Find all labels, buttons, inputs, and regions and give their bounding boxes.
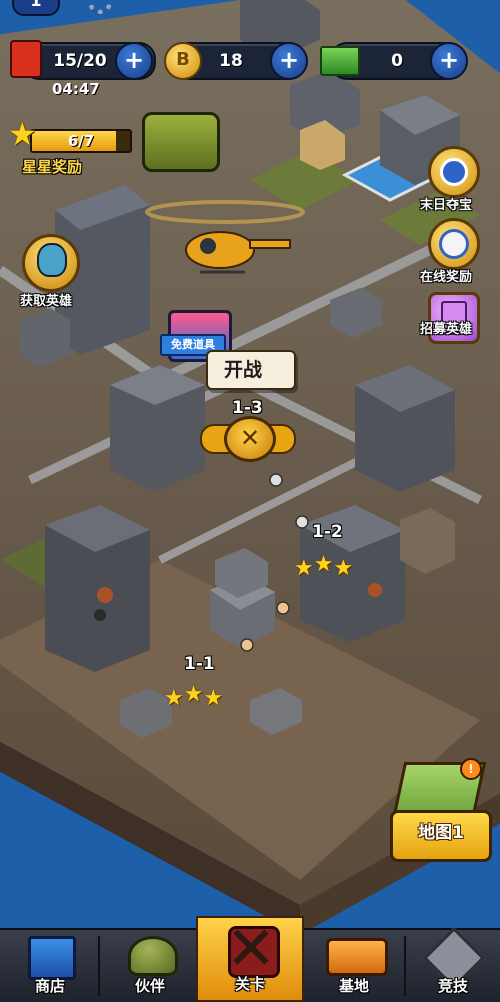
nav-base[interactable]: 基地 (304, 930, 404, 1002)
star-progress-text: 6/7 (67, 132, 95, 150)
recruit-heroes-label: 招募英雄 (420, 322, 473, 337)
start-battle-label: 开战 (224, 359, 263, 381)
nav-stages[interactable]: ✕ 关卡 (196, 916, 304, 1002)
van-icon (326, 938, 388, 976)
level-badge[interactable]: 1 (12, 0, 60, 16)
compass-target-icon (440, 158, 468, 186)
bottom-nav: 商店 伙伴 ✕ 关卡 基地 竞技 (0, 916, 500, 1002)
online-rewards-button[interactable] (428, 218, 480, 270)
nav-partner[interactable]: 伙伴 (100, 930, 200, 1002)
nav-arena-label: 竞技 (437, 977, 468, 995)
map-1-label: 地图1 (418, 823, 464, 843)
online-rewards-label: 在线奖励 (420, 270, 473, 285)
nav-shop-label: 商店 (34, 977, 65, 995)
nav-arena[interactable]: 竞技 (406, 926, 500, 1002)
crossed-guns-x-icon: ✕ (225, 914, 277, 984)
stage-1-2-stars: ★★★ (294, 554, 354, 581)
helmet-icon (128, 936, 178, 976)
get-hero-button[interactable] (22, 234, 80, 292)
stage-1-3-emblem[interactable]: ✕ (200, 416, 296, 462)
nav-partner-label: 伙伴 (134, 977, 165, 995)
stage-label-1-1[interactable]: 1-1 (184, 654, 215, 674)
energy-timer: 04:47 (52, 80, 100, 98)
cash-value: 0 (391, 51, 403, 71)
add-cash-button[interactable]: + (430, 42, 468, 80)
nav-base-label: 基地 (338, 977, 369, 995)
clock-icon (439, 229, 469, 259)
star-1-icon: ★ (164, 686, 184, 711)
add-energy-button[interactable]: + (115, 42, 153, 80)
reward-chest-icon[interactable] (142, 112, 220, 172)
star-1-icon: ★ (294, 556, 314, 581)
crossed-swords-icon: ✕ (224, 416, 276, 462)
stage-label-1-2[interactable]: 1-2 (312, 522, 343, 542)
star-3-icon: ★ (333, 556, 354, 581)
star-progress-bar: 6/7 (30, 129, 132, 153)
coin-icon: B (164, 42, 202, 80)
shop-box-icon (28, 936, 76, 980)
doomsday-treasure-button[interactable] (428, 146, 480, 198)
stage-label-1-3: 1-3 (232, 398, 263, 418)
star-icon: ★ (8, 115, 37, 153)
doomsday-treasure-label: 末日夺宝 (420, 198, 473, 213)
coins-value: 18 (219, 51, 243, 71)
star-3-icon: ★ (203, 686, 224, 711)
add-coins-button[interactable]: + (270, 42, 308, 80)
get-hero-label: 获取英雄 (20, 294, 73, 309)
star-reward-label[interactable]: 星星奖励 (22, 156, 82, 177)
nav-shop[interactable]: 商店 (0, 930, 100, 1002)
level-value: 1 (30, 0, 42, 10)
map-1-button[interactable]: 地图1 (390, 810, 492, 862)
fuel-can-icon (10, 40, 42, 78)
energy-value: 15/20 (53, 51, 107, 71)
nav-stages-label: 关卡 (234, 975, 265, 993)
hero-portrait-icon (37, 243, 67, 277)
start-battle-button[interactable]: 开战 (206, 350, 296, 390)
star-2-icon: ★ (183, 682, 204, 707)
star-2-icon: ★ (313, 552, 334, 577)
stage-1-1-stars: ★★★ (164, 684, 224, 711)
map-alert-badge: ! (460, 758, 482, 780)
cash-stack-icon (320, 46, 360, 76)
